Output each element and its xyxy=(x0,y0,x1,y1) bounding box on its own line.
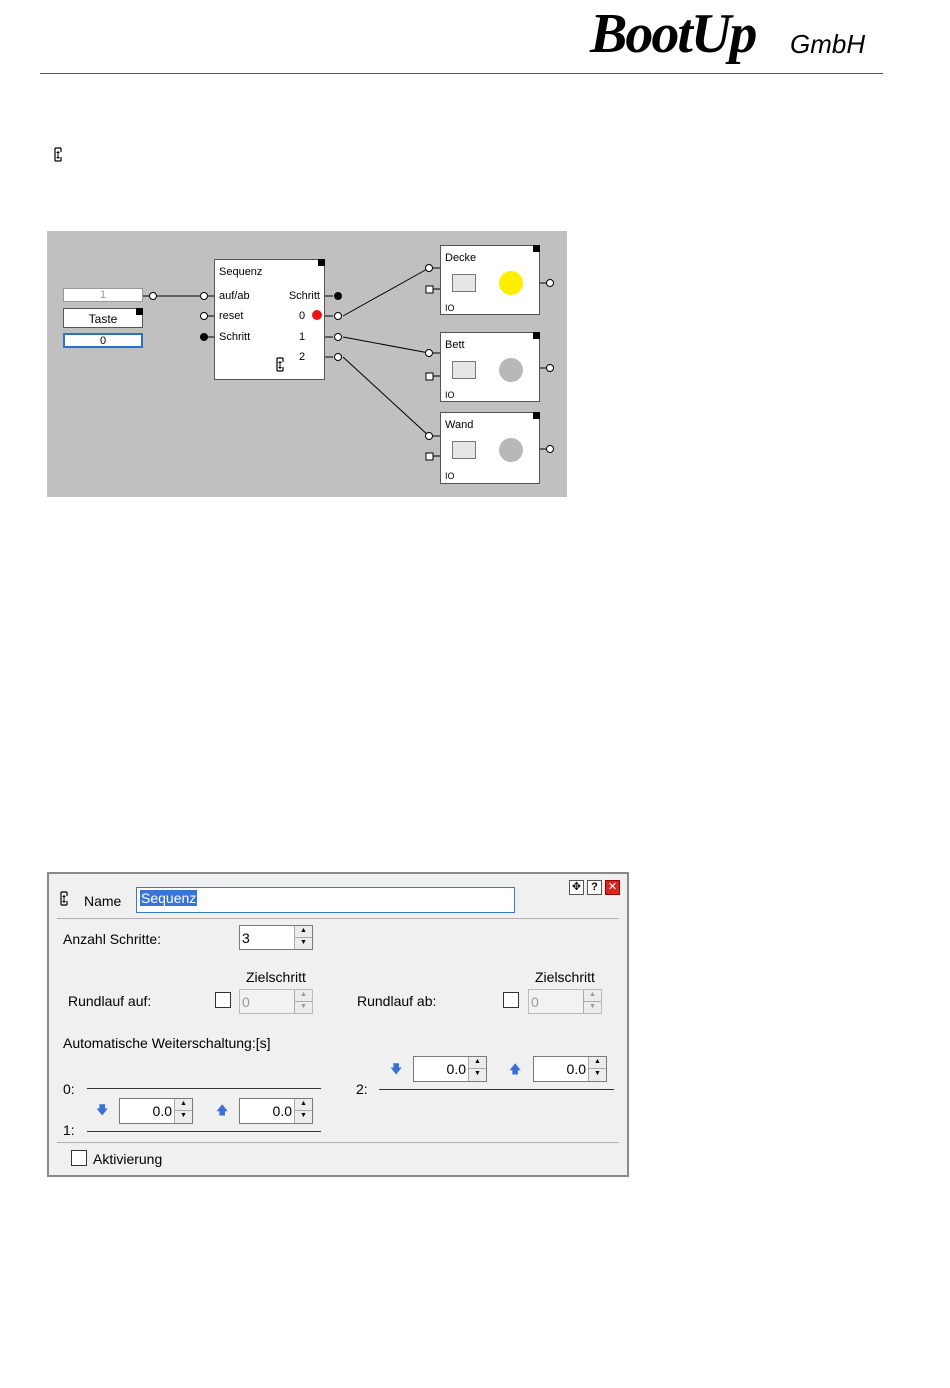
lamp-bulb-icon xyxy=(499,438,523,462)
step-0-line xyxy=(87,1088,321,1089)
aktivierung-label: Aktivierung xyxy=(93,1151,163,1167)
input-bottom-value[interactable]: 0 xyxy=(63,333,143,348)
logic-diagram-canvas[interactable]: 1 Taste 0 Sequenz auf/ab reset Schritt S… xyxy=(47,231,567,497)
module-icon xyxy=(60,891,68,906)
sequenz-icon xyxy=(276,357,284,372)
stepper-down-icon[interactable]: ▼ xyxy=(295,1111,312,1123)
arrow-up-icon: 🡅 xyxy=(509,1062,522,1076)
step-2-down-value: 0.0 xyxy=(446,1061,466,1077)
anzahl-schritte-label: Anzahl Schritte: xyxy=(63,931,162,947)
rundlauf-auf-zielschritt-stepper[interactable]: 0 ▲ ▼ xyxy=(239,989,313,1014)
name-value: Sequenz xyxy=(140,890,198,906)
rundlauf-ab-zielschritt-stepper[interactable]: 0 ▲ ▼ xyxy=(528,989,602,1014)
stepper-down-icon[interactable]: ▼ xyxy=(175,1111,192,1123)
rundlauf-auf-label: Rundlauf auf: xyxy=(68,993,152,1009)
rundlauf-auf-checkbox[interactable] xyxy=(215,992,231,1008)
lamp-switch[interactable] xyxy=(452,441,476,459)
step-2-up-stepper[interactable]: 0.0 ▲ ▼ xyxy=(533,1056,607,1082)
input-top-value[interactable]: 1 xyxy=(63,288,143,302)
arrow-down-icon: 🡇 xyxy=(390,1062,403,1076)
move-icon[interactable]: ✥ xyxy=(569,880,584,895)
arrow-up-icon: 🡅 xyxy=(216,1103,229,1117)
step-1-line xyxy=(87,1131,321,1132)
step-2-line xyxy=(379,1089,614,1090)
block-corner-marker xyxy=(318,259,325,266)
stepper-up-icon[interactable]: ▲ xyxy=(584,990,601,1002)
lamp-bulb-icon xyxy=(499,271,523,295)
rundlauf-ab-label: Rundlauf ab: xyxy=(357,993,437,1009)
sequenz-output-0: 0 xyxy=(299,310,306,322)
anzahl-schritte-value: 3 xyxy=(242,930,250,946)
sequenz-input-reset: reset xyxy=(219,310,244,322)
help-icon[interactable]: ? xyxy=(587,880,602,895)
module-icon xyxy=(54,147,62,162)
taste-block[interactable]: Taste xyxy=(63,308,143,328)
name-input[interactable]: Sequenz xyxy=(136,887,515,913)
lamp-block-decke[interactable]: Decke IO xyxy=(440,245,540,315)
taste-label: Taste xyxy=(88,312,118,326)
lamp-title: Wand xyxy=(445,419,474,431)
stepper-up-icon[interactable]: ▲ xyxy=(469,1057,486,1069)
automatische-weiterschaltung-label: Automatische Weiterschaltung:[s] xyxy=(63,1035,271,1051)
step-1-down-value: 0.0 xyxy=(152,1103,172,1119)
lamp-title: Bett xyxy=(445,339,465,351)
block-corner-marker xyxy=(533,412,540,419)
sequenz-block[interactable]: Sequenz auf/ab reset Schritt Schritt 0 1… xyxy=(214,259,325,380)
zielschritt-label-ab: Zielschritt xyxy=(535,969,595,985)
stepper-down-icon[interactable]: ▼ xyxy=(295,1002,312,1014)
lamp-title: Decke xyxy=(445,252,477,264)
company-logo-suffix: GmbH xyxy=(790,29,866,59)
stepper-down-icon[interactable]: ▼ xyxy=(584,1002,601,1014)
lamp-io-label: IO xyxy=(445,390,455,400)
active-step-dot xyxy=(312,310,322,320)
sequenz-output-1: 1 xyxy=(299,331,306,343)
stepper-down-icon[interactable]: ▼ xyxy=(469,1069,486,1081)
stepper-up-icon[interactable]: ▲ xyxy=(589,1057,606,1069)
stepper-up-icon[interactable]: ▲ xyxy=(295,926,312,938)
company-logo: BootUp xyxy=(590,3,757,65)
sequenz-input-aufab: auf/ab xyxy=(219,290,250,302)
zielschritt-label-auf: Zielschritt xyxy=(246,969,306,985)
step-1-down-stepper[interactable]: 0.0 ▲ ▼ xyxy=(119,1098,193,1124)
sequenz-output-2: 2 xyxy=(299,351,306,363)
stepper-down-icon[interactable]: ▼ xyxy=(589,1069,606,1081)
lamp-switch[interactable] xyxy=(452,274,476,292)
rundlauf-auf-zielschritt-value: 0 xyxy=(242,994,250,1010)
close-icon[interactable]: ✕ xyxy=(605,880,620,895)
name-label: Name xyxy=(84,893,122,909)
lamp-block-bett[interactable]: Bett IO xyxy=(440,332,540,402)
step-1-up-stepper[interactable]: 0.0 ▲ ▼ xyxy=(239,1098,313,1124)
step-2-label: 2: xyxy=(356,1081,368,1097)
anzahl-schritte-stepper[interactable]: 3 ▲ ▼ xyxy=(239,925,313,950)
sequenz-output-schritt: Schritt xyxy=(288,290,320,302)
arrow-down-icon: 🡇 xyxy=(96,1103,109,1117)
sequenz-properties-dialog: Name Sequenz ✥ ? ✕ Anzahl Schritte: 3 ▲ ▼… xyxy=(47,872,629,1177)
step-2-down-stepper[interactable]: 0.0 ▲ ▼ xyxy=(413,1056,487,1082)
lamp-io-label: IO xyxy=(445,303,455,313)
step-1-up-value: 0.0 xyxy=(272,1103,292,1119)
rundlauf-ab-zielschritt-value: 0 xyxy=(531,994,539,1010)
lamp-io-label: IO xyxy=(445,471,455,481)
block-corner-marker xyxy=(533,332,540,339)
divider xyxy=(57,918,619,919)
stepper-up-icon[interactable]: ▲ xyxy=(295,990,312,1002)
rundlauf-ab-checkbox[interactable] xyxy=(503,992,519,1008)
sequenz-input-schritt: Schritt xyxy=(219,331,251,343)
divider xyxy=(57,1142,619,1143)
stepper-down-icon[interactable]: ▼ xyxy=(295,938,312,950)
lamp-bulb-icon xyxy=(499,358,523,382)
stepper-up-icon[interactable]: ▲ xyxy=(295,1099,312,1111)
header-divider xyxy=(40,73,883,74)
step-1-label: 1: xyxy=(63,1122,75,1138)
step-2-up-value: 0.0 xyxy=(566,1061,586,1077)
step-0-label: 0: xyxy=(63,1081,75,1097)
lamp-switch[interactable] xyxy=(452,361,476,379)
stepper-up-icon[interactable]: ▲ xyxy=(175,1099,192,1111)
lamp-block-wand[interactable]: Wand IO xyxy=(440,412,540,484)
block-corner-marker xyxy=(533,245,540,252)
sequenz-title: Sequenz xyxy=(219,266,263,278)
aktivierung-checkbox[interactable] xyxy=(71,1150,87,1166)
